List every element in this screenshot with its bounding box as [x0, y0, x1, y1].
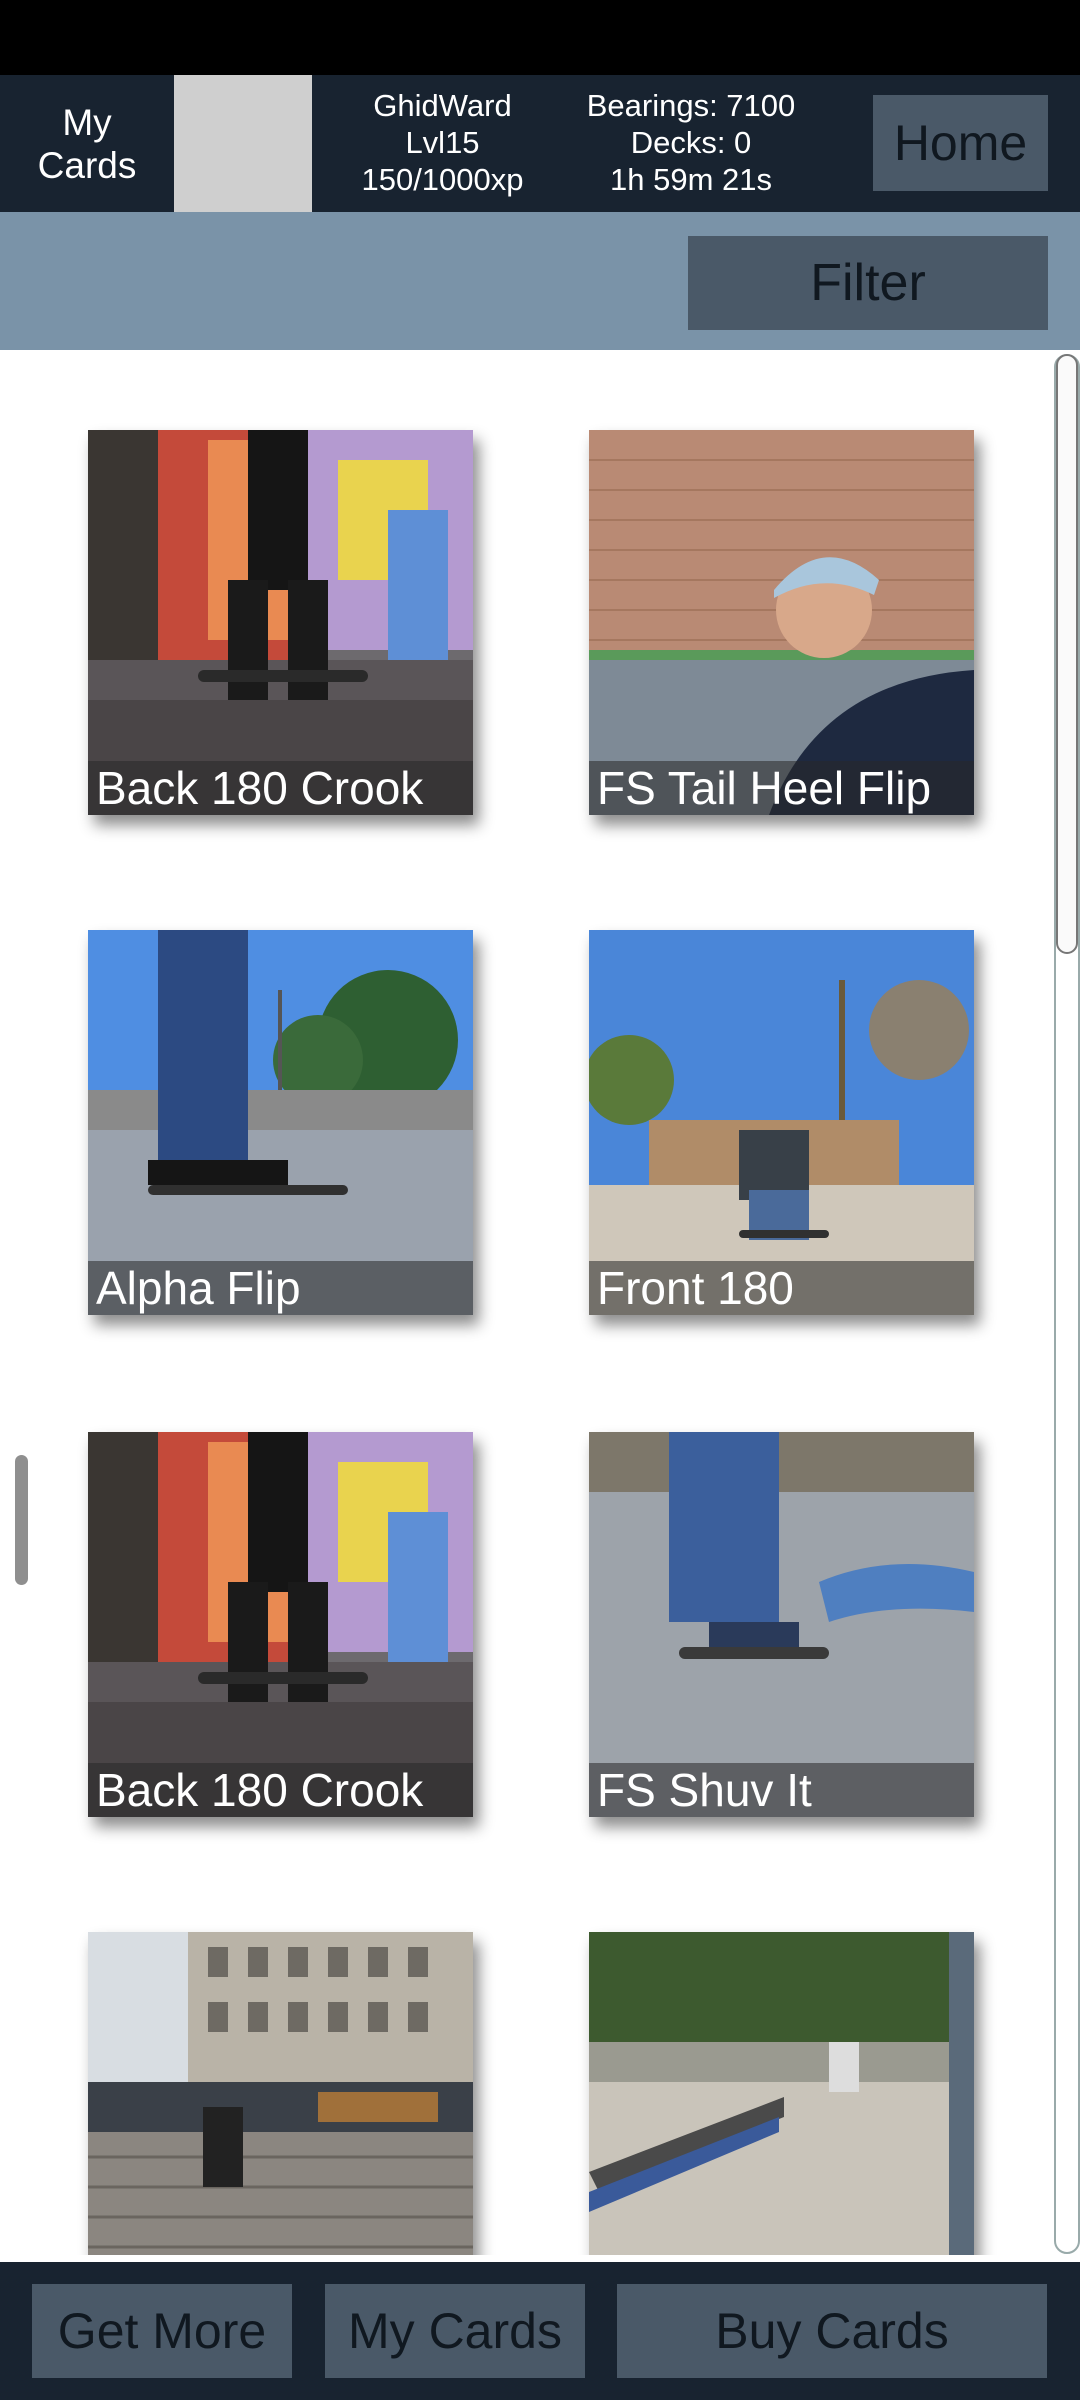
- card-photo: [88, 430, 473, 815]
- card-item[interactable]: Back 180 Crook: [88, 1432, 473, 1817]
- card-item[interactable]: Front 180: [589, 930, 974, 1315]
- filter-bar: Filter: [0, 212, 1080, 350]
- player-info: GhidWard Lvl15 150/1000xp: [340, 87, 545, 198]
- card-photo: [88, 930, 473, 1315]
- bottom-nav: Get More My Cards Buy Cards: [0, 2262, 1080, 2400]
- card-title: FS Tail Heel Flip: [589, 761, 974, 815]
- card-photo: [88, 1932, 473, 2255]
- card-item[interactable]: FS Shuv It: [589, 1432, 974, 1817]
- card-title: FS Shuv It: [589, 1763, 974, 1817]
- card-photo: [589, 1932, 974, 2255]
- my-cards-button[interactable]: My Cards: [325, 2284, 585, 2378]
- filter-button[interactable]: Filter: [688, 236, 1048, 330]
- card-title: Alpha Flip: [88, 1261, 473, 1315]
- card-photo: [589, 930, 974, 1315]
- player-xp: 150/1000xp: [361, 162, 524, 197]
- avatar[interactable]: [174, 75, 312, 212]
- top-bar: My Cards GhidWard Lvl15 150/1000xp Beari…: [0, 75, 1080, 212]
- player-name: GhidWard: [373, 88, 512, 123]
- card-photo: [589, 1432, 974, 1817]
- card-item[interactable]: [589, 1932, 974, 2255]
- card-title: Back 180 Crook: [88, 761, 473, 815]
- card-title: Front 180: [589, 1261, 974, 1315]
- edge-swipe-handle[interactable]: [15, 1455, 28, 1585]
- bearings-count: Bearings: 7100: [586, 88, 796, 123]
- player-level: Lvl15: [405, 125, 480, 160]
- timer: 1h 59m 21s: [610, 162, 772, 197]
- player-stats: Bearings: 7100 Decks: 0 1h 59m 21s: [555, 87, 827, 198]
- home-button[interactable]: Home: [873, 95, 1048, 191]
- card-title: Back 180 Crook: [88, 1763, 473, 1817]
- decks-count: Decks: 0: [630, 125, 752, 160]
- scrollbar-thumb[interactable]: [1056, 354, 1078, 954]
- card-grid[interactable]: Back 180 Crook FS Tail Heel Flip Alpha F…: [0, 350, 1080, 2255]
- card-item[interactable]: Back 180 Crook: [88, 430, 473, 815]
- card-item[interactable]: [88, 1932, 473, 2255]
- status-bar: [0, 0, 1080, 75]
- get-more-button[interactable]: Get More: [32, 2284, 292, 2378]
- card-photo: [589, 430, 974, 815]
- card-item[interactable]: Alpha Flip: [88, 930, 473, 1315]
- card-photo: [88, 1432, 473, 1817]
- card-item[interactable]: FS Tail Heel Flip: [589, 430, 974, 815]
- buy-cards-button[interactable]: Buy Cards: [617, 2284, 1047, 2378]
- page-title: My Cards: [37, 101, 137, 186]
